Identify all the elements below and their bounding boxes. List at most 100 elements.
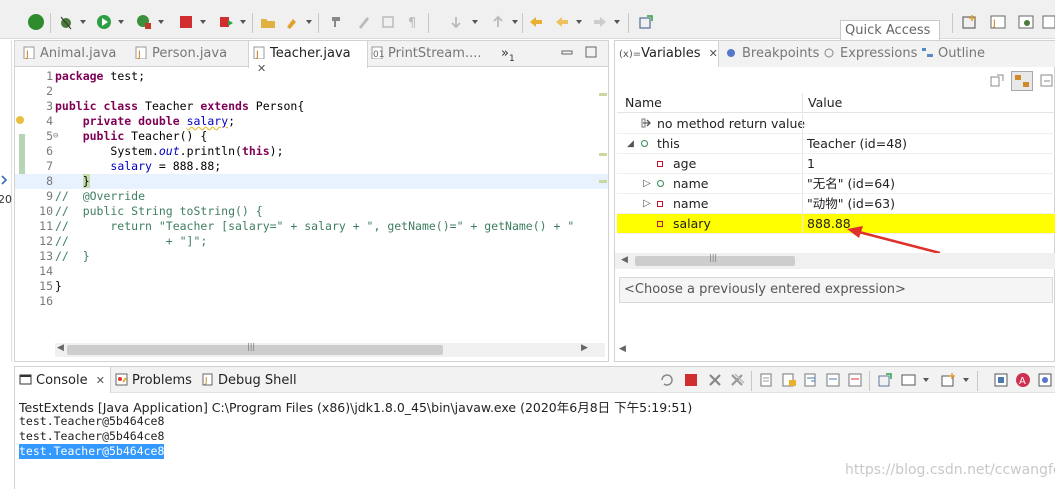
terminate-dropdown-icon[interactable] bbox=[200, 20, 206, 24]
minimize-icon[interactable] bbox=[561, 41, 575, 67]
horizontal-scrollbar[interactable]: ◀ ||| bbox=[615, 253, 1055, 269]
inspect-icon[interactable] bbox=[993, 372, 1009, 391]
open-console-icon[interactable] bbox=[941, 372, 957, 391]
display-console-dropdown-icon[interactable] bbox=[923, 378, 929, 382]
next-annotation-icon[interactable] bbox=[448, 14, 464, 30]
open-perspective-icon[interactable] bbox=[962, 14, 978, 30]
expand-icon[interactable]: ▷ bbox=[643, 174, 651, 194]
variable-row[interactable]: age 1 bbox=[617, 154, 1055, 174]
block-selection-icon[interactable] bbox=[380, 14, 396, 30]
column-name[interactable]: Name bbox=[625, 95, 662, 110]
overview-marker[interactable] bbox=[599, 93, 607, 96]
tab-person-java[interactable]: J Person.java bbox=[135, 41, 247, 67]
console-output-line-selected[interactable]: test.Teacher@5b464ce8 bbox=[19, 444, 165, 459]
console-output-line[interactable]: test.Teacher@5b464ce8 bbox=[19, 429, 164, 444]
previous-annotation-dropdown-icon[interactable] bbox=[512, 20, 518, 24]
run-icon[interactable] bbox=[96, 14, 112, 30]
variable-row[interactable]: ▷ name "无名" (id=64) bbox=[617, 174, 1055, 194]
tab-console[interactable]: Console ✕ bbox=[15, 367, 111, 393]
collapse-all-icon[interactable] bbox=[1039, 73, 1055, 91]
show-whitespace-icon[interactable]: ¶ bbox=[404, 14, 420, 31]
remove-launch-icon[interactable] bbox=[659, 372, 675, 391]
back-dropdown-icon[interactable] bbox=[576, 20, 582, 24]
run-dropdown-icon[interactable] bbox=[118, 20, 124, 24]
expression-selector[interactable]: <Choose a previously entered expression> bbox=[619, 277, 1053, 303]
clear-console-icon[interactable] bbox=[759, 372, 775, 391]
java-perspective-icon[interactable]: J bbox=[990, 14, 1006, 30]
close-tab-icon[interactable]: ✕ bbox=[96, 374, 105, 387]
svg-text:J: J bbox=[137, 50, 141, 59]
close-tab-icon[interactable]: ✕ bbox=[709, 47, 718, 60]
remove-launch-x-icon[interactable] bbox=[707, 372, 723, 391]
scroll-left-icon[interactable]: ◀ bbox=[57, 343, 64, 353]
maximize-icon[interactable] bbox=[585, 41, 599, 67]
show-when-stderr-icon[interactable] bbox=[847, 372, 863, 391]
collapse-icon[interactable]: ◢ bbox=[627, 134, 634, 154]
tab-overflow-button[interactable]: »1 bbox=[501, 41, 521, 67]
horizontal-scrollbar[interactable]: ◀ ||| ▶ bbox=[55, 342, 605, 357]
overview-marker[interactable] bbox=[599, 153, 607, 156]
search-dropdown-icon[interactable] bbox=[306, 20, 312, 24]
tab-debug-shell[interactable]: J Debug Shell bbox=[201, 367, 301, 393]
show-when-stdout-icon[interactable] bbox=[825, 372, 841, 391]
tab-animal-java[interactable]: J Animal.java bbox=[23, 41, 133, 67]
word-wrap-icon[interactable] bbox=[803, 372, 819, 391]
scroll-lock-icon[interactable] bbox=[781, 372, 797, 391]
open-console-dropdown-icon[interactable] bbox=[963, 378, 969, 382]
last-edit-location-icon[interactable] bbox=[528, 14, 544, 30]
coverage-icon[interactable] bbox=[136, 14, 152, 30]
scrollbar-thumb[interactable]: ||| bbox=[67, 342, 443, 355]
tab-outline[interactable]: Outline bbox=[921, 41, 1001, 67]
scroll-left-icon[interactable]: ◀ bbox=[619, 344, 626, 354]
external-tools-dropdown-icon[interactable] bbox=[240, 20, 246, 24]
skip-breakpoints-icon[interactable] bbox=[28, 14, 44, 30]
coverage-dropdown-icon[interactable] bbox=[158, 20, 164, 24]
console-output-line[interactable]: test.Teacher@5b464ce8 bbox=[19, 414, 164, 429]
remove-all-terminated-icon[interactable] bbox=[729, 372, 745, 391]
next-annotation-dropdown-icon[interactable] bbox=[472, 20, 478, 24]
variable-row[interactable]: ▷ name "动物" (id=63) bbox=[617, 194, 1055, 214]
toggle-highlight-icon[interactable] bbox=[356, 14, 372, 30]
quick-access-input[interactable]: Quick Access bbox=[840, 20, 940, 42]
tab-printstream[interactable]: 01 PrintStream.... bbox=[371, 41, 501, 67]
code-area[interactable]: 1 package test; 2 3 public class Teacher e… bbox=[15, 67, 608, 341]
show-logical-structure-icon[interactable] bbox=[1011, 71, 1033, 91]
variable-row[interactable]: no method return value bbox=[617, 114, 1055, 134]
code-text: Person{ bbox=[248, 99, 305, 113]
code-line: 4 private double salary; bbox=[15, 114, 608, 129]
column-value[interactable]: Value bbox=[808, 95, 842, 110]
tab-teacher-java[interactable]: J Teacher.java ✕ bbox=[248, 41, 368, 75]
open-folder-icon[interactable] bbox=[260, 14, 276, 30]
show-type-names-icon[interactable] bbox=[989, 73, 1007, 91]
terminate-icon[interactable] bbox=[178, 14, 194, 30]
debug-dropdown-icon[interactable] bbox=[80, 20, 86, 24]
overview-marker[interactable] bbox=[599, 180, 607, 183]
annotation-a-icon[interactable]: A bbox=[1015, 372, 1031, 391]
scroll-right-icon[interactable]: ▶ bbox=[581, 343, 588, 353]
previous-annotation-icon[interactable] bbox=[490, 14, 506, 30]
mark-occurrences-icon[interactable] bbox=[328, 14, 344, 30]
external-tools-icon[interactable] bbox=[218, 14, 234, 30]
variable-value: "动物" (id=63) bbox=[807, 196, 896, 211]
scrollbar-thumb[interactable]: ||| bbox=[635, 253, 795, 266]
pin-console-icon[interactable] bbox=[877, 372, 893, 391]
tab-problems[interactable]: Problems bbox=[115, 367, 197, 393]
pin-editor-icon[interactable] bbox=[638, 14, 654, 30]
variable-row[interactable]: ◢ this Teacher (id=48) bbox=[617, 134, 1055, 154]
back-icon[interactable] bbox=[554, 14, 570, 30]
forward-icon[interactable] bbox=[592, 14, 608, 30]
debug-perspective-icon[interactable] bbox=[1018, 14, 1034, 30]
tab-variables[interactable]: (x)=Variables ✕ bbox=[615, 41, 719, 67]
display-selected-console-icon[interactable] bbox=[901, 372, 917, 391]
tab-expressions[interactable]: Expressions bbox=[823, 41, 921, 67]
terminate-icon[interactable] bbox=[683, 372, 699, 391]
forward-dropdown-icon[interactable] bbox=[614, 20, 620, 24]
git-console-icon[interactable] bbox=[1037, 372, 1053, 391]
git-perspective-icon[interactable] bbox=[1042, 14, 1055, 30]
scroll-left-icon[interactable]: ◀ bbox=[621, 255, 628, 265]
column-divider[interactable] bbox=[802, 93, 803, 113]
search-icon[interactable] bbox=[284, 14, 300, 30]
expand-icon[interactable]: ▷ bbox=[643, 194, 651, 214]
debug-icon[interactable] bbox=[58, 14, 74, 30]
tab-breakpoints[interactable]: Breakpoints bbox=[725, 41, 821, 67]
